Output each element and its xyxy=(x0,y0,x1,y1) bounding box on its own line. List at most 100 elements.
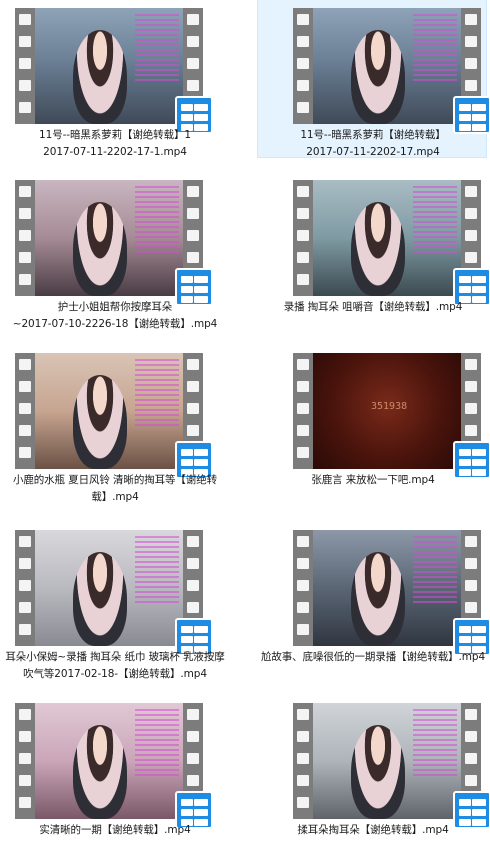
film-hole xyxy=(187,36,199,47)
film-hole xyxy=(297,624,309,635)
chat-overlay xyxy=(135,709,179,779)
video-thumbnail[interactable] xyxy=(293,8,490,134)
video-frame xyxy=(35,180,183,296)
file-name[interactable]: 揉耳朵掏耳朵【谢绝转载】.mp4 xyxy=(258,822,488,839)
file-name[interactable]: 尬故事、底噪很低的一期录播【谢绝转载】.mp4 xyxy=(258,649,488,666)
video-thumbnail[interactable] xyxy=(293,703,490,829)
video-thumbnail[interactable] xyxy=(15,703,213,829)
file-name-line: 护士小姐姐帮你按摩耳朵 xyxy=(57,301,173,313)
file-item[interactable]: 实清晰的一期【谢绝转载】.mp4 xyxy=(0,695,230,847)
chat-overlay xyxy=(135,186,179,256)
file-item[interactable]: 录播 掏耳朵 咀嚼音【谢绝转载】.mp4 xyxy=(258,172,490,337)
file-name[interactable]: 录播 掏耳朵 咀嚼音【谢绝转载】.mp4 xyxy=(258,299,488,316)
file-name-line: 11号--暗黑系萝莉【谢绝转载】1 xyxy=(39,129,191,141)
video-thumbnail[interactable] xyxy=(15,180,213,306)
film-hole xyxy=(297,102,309,113)
film-hole xyxy=(19,709,31,720)
badge-bar xyxy=(181,636,193,643)
film-hole xyxy=(465,425,477,436)
badge-bar xyxy=(472,286,486,293)
file-item[interactable]: 护士小姐姐帮你按摩耳朵 ~2017-07-10-2226-18【谢绝转载】.mp4 xyxy=(0,172,230,337)
video-thumbnail[interactable] xyxy=(293,180,490,306)
badge-bar xyxy=(194,626,208,633)
badge-bar xyxy=(194,799,208,806)
film-hole xyxy=(297,731,309,742)
chat-overlay xyxy=(135,14,179,84)
film-hole xyxy=(187,58,199,69)
badge-bar xyxy=(459,276,471,283)
film-hole xyxy=(465,58,477,69)
film-hole xyxy=(187,580,199,591)
film-hole xyxy=(19,381,31,392)
film-hole xyxy=(187,558,199,569)
file-item[interactable]: 耳朵小保姆~录播 掏耳朵 纸巾 玻璃杯 乳液按摩 吹气等2017-02-18-【谢… xyxy=(0,522,230,687)
file-name[interactable]: 实清晰的一期【谢绝转载】.mp4 xyxy=(0,822,230,839)
file-name-line: 尬故事、底噪很低的一期录播【谢绝转载】.mp4 xyxy=(260,651,486,663)
film-hole xyxy=(19,536,31,547)
badge-bar xyxy=(459,104,471,111)
file-item[interactable]: 揉耳朵掏耳朵【谢绝转载】.mp4 xyxy=(258,695,490,847)
film-hole xyxy=(297,359,309,370)
streamer-figure xyxy=(73,725,127,819)
file-name[interactable]: 耳朵小保姆~录播 掏耳朵 纸巾 玻璃杯 乳液按摩 吹气等2017-02-18-【谢… xyxy=(0,649,230,683)
film-strip-left xyxy=(15,8,35,124)
film-hole xyxy=(19,252,31,263)
film-hole xyxy=(19,36,31,47)
file-name-line: 实清晰的一期【谢绝转载】.mp4 xyxy=(39,824,191,836)
badge-bar xyxy=(181,104,193,111)
video-thumbnail[interactable] xyxy=(293,530,490,656)
film-hole xyxy=(465,536,477,547)
file-item[interactable]: 尬故事、底噪很低的一期录播【谢绝转载】.mp4 xyxy=(258,522,490,687)
film-hole xyxy=(465,580,477,591)
file-name[interactable]: 张鹿言 来放松一下吧.mp4 xyxy=(258,472,488,489)
video-thumbnail[interactable] xyxy=(15,530,213,656)
chat-overlay xyxy=(413,536,457,606)
video-thumbnail[interactable]: 351938 xyxy=(293,353,490,479)
film-hole xyxy=(19,186,31,197)
chat-overlay xyxy=(135,359,179,429)
streamer-figure xyxy=(73,202,127,296)
film-hole xyxy=(465,80,477,91)
film-hole xyxy=(187,14,199,25)
badge-bar xyxy=(459,809,471,816)
film-hole xyxy=(297,536,309,547)
file-item[interactable]: 11号--暗黑系萝莉【谢绝转载】1 2017-07-11-2202-17-1.mp… xyxy=(0,0,230,165)
badge-bar xyxy=(194,459,208,466)
film-hole xyxy=(187,425,199,436)
badge-bar xyxy=(181,276,193,283)
film-hole xyxy=(465,186,477,197)
film-hole xyxy=(465,558,477,569)
badge-bar xyxy=(459,626,471,633)
film-hole xyxy=(465,709,477,720)
video-frame xyxy=(35,8,183,124)
file-name-line: ~2017-07-10-2226-18【谢绝转载】.mp4 xyxy=(12,318,218,330)
video-thumbnail[interactable] xyxy=(15,8,213,134)
badge-bar xyxy=(194,449,208,456)
video-frame xyxy=(313,703,461,819)
file-name[interactable]: 小鹿的水瓶 夏日风铃 清晰的掏耳等【谢绝转 载】.mp4 xyxy=(0,472,230,506)
file-item[interactable]: 11号--暗黑系萝莉【谢绝转载】 2017-07-11-2202-17.mp4 xyxy=(257,0,490,165)
file-name[interactable]: 11号--暗黑系萝莉【谢绝转载】 2017-07-11-2202-17.mp4 xyxy=(258,127,488,161)
film-hole xyxy=(465,359,477,370)
film-hole xyxy=(19,102,31,113)
film-hole xyxy=(465,252,477,263)
badge-bar xyxy=(459,449,471,456)
film-hole xyxy=(19,775,31,786)
film-hole xyxy=(187,381,199,392)
film-hole xyxy=(19,58,31,69)
film-hole xyxy=(19,403,31,414)
file-item[interactable]: 小鹿的水瓶 夏日风铃 清晰的掏耳等【谢绝转 载】.mp4 xyxy=(0,345,230,510)
badge-bar xyxy=(181,459,193,466)
film-hole xyxy=(297,80,309,91)
file-item[interactable]: 351938 张鹿言 来放松一下吧.mp4 xyxy=(258,345,490,510)
film-hole xyxy=(19,80,31,91)
video-frame xyxy=(313,8,461,124)
film-hole xyxy=(297,753,309,764)
video-thumbnail[interactable] xyxy=(15,353,213,479)
badge-bar xyxy=(459,799,471,806)
file-name[interactable]: 护士小姐姐帮你按摩耳朵 ~2017-07-10-2226-18【谢绝转载】.mp4 xyxy=(0,299,230,333)
file-name[interactable]: 11号--暗黑系萝莉【谢绝转载】1 2017-07-11-2202-17-1.mp… xyxy=(0,127,230,161)
film-hole xyxy=(297,558,309,569)
film-hole xyxy=(465,14,477,25)
film-strip-left xyxy=(15,353,35,469)
